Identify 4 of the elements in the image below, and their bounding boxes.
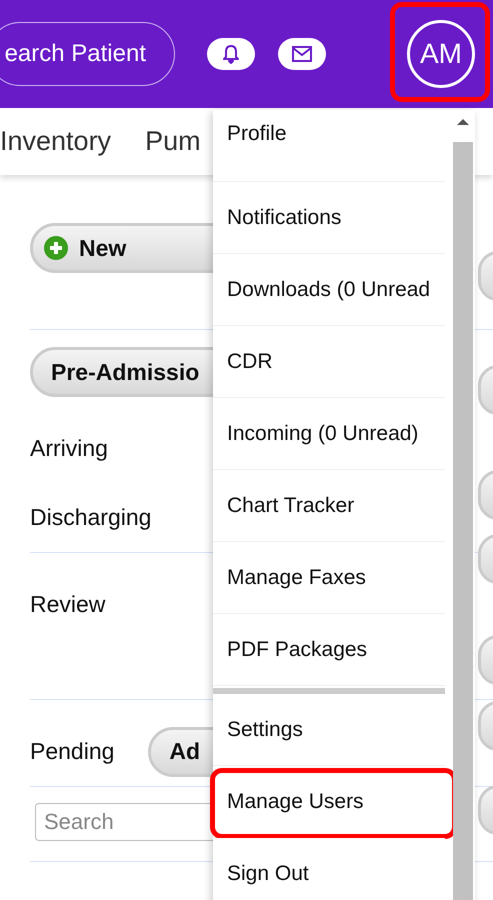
row-label: Pending: [30, 738, 114, 765]
row-label: Discharging: [30, 504, 152, 531]
row-label: Arriving: [30, 435, 108, 462]
row-label: Review: [30, 591, 106, 618]
